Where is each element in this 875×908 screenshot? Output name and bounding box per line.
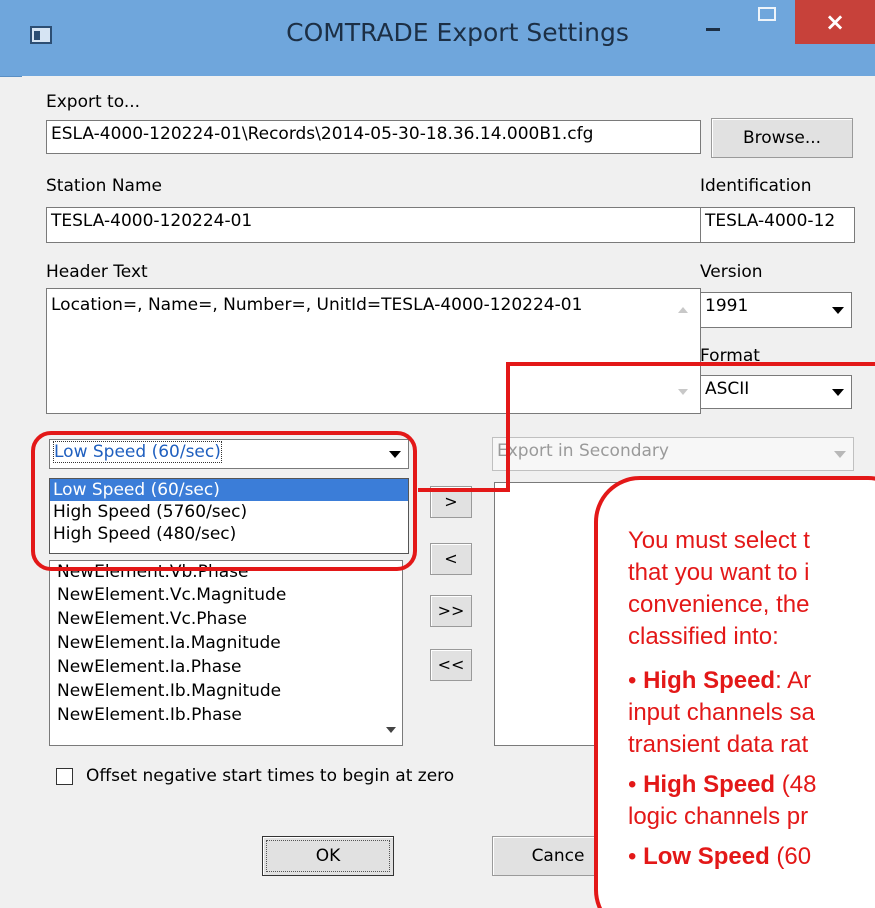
annotation-line: input channels sa [628,699,815,726]
annotation-line: that you want to i [628,559,810,586]
annotation-line: • High Speed (48 [628,771,817,798]
annotation-callout: You must select t that you want to i con… [594,476,875,908]
annotation-line: classified into: [628,623,779,650]
annotation-line: logic channels pr [628,803,809,830]
annotation-line: • Low Speed (60 [628,843,812,870]
annotation-line: transient data rat [628,731,809,758]
annotation-line: convenience, the [628,591,810,618]
annotation-line: You must select t [628,527,810,554]
annotation-line: • High Speed: Ar [628,667,812,694]
